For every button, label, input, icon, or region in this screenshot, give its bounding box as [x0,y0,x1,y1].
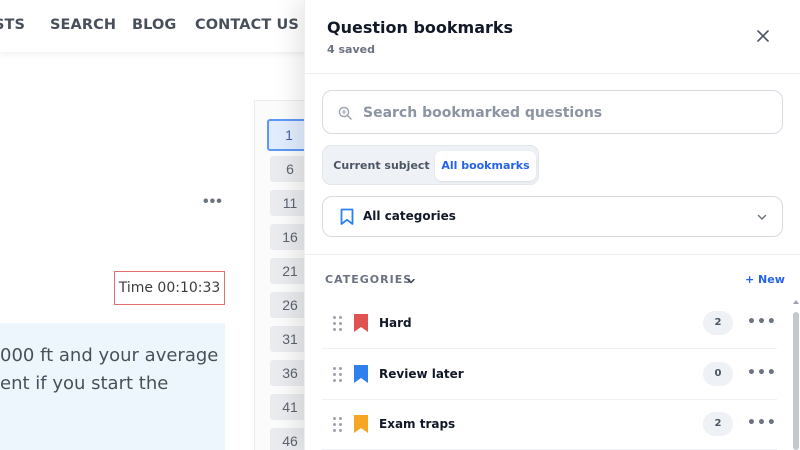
category-row-hard[interactable]: Hard 2 ••• [322,299,777,349]
chevron-down-icon [757,214,767,220]
category-name: Review later [379,367,464,381]
bookmark-outline-icon [340,208,354,225]
bookmark-icon [354,365,368,383]
bookmark-scope-tabs: Current subject All bookmarks [322,145,539,185]
bookmark-count-badge: 0 [703,362,733,386]
category-filter-dropdown[interactable]: All categories [322,196,783,237]
search-icon [338,106,352,120]
drawer-title: Question bookmarks [327,18,514,37]
close-button[interactable] [751,24,775,48]
close-icon [757,30,769,42]
category-name: Hard [379,316,412,330]
category-row-exam-traps[interactable]: Exam traps 2 ••• [322,400,777,450]
scrollbar[interactable] [792,300,800,450]
bookmark-icon [354,415,368,433]
bookmarks-drawer: Question bookmarks 4 saved Current subje… [304,0,800,450]
new-category-button[interactable]: + New [745,273,785,286]
more-options-icon[interactable]: ••• [747,365,777,381]
scrollbar-thumb[interactable] [793,312,799,450]
categories-heading[interactable]: CATEGORIES [325,273,412,286]
search-input[interactable] [363,101,763,125]
drag-handle-icon[interactable] [333,417,345,433]
saved-count: 4 saved [327,43,375,56]
drag-handle-icon[interactable] [333,367,345,383]
scroll-up-arrow-icon[interactable] [793,300,799,304]
category-name: Exam traps [379,417,456,431]
divider [305,254,800,255]
bookmark-count-badge: 2 [703,412,733,436]
more-options-icon[interactable]: ••• [747,415,777,431]
bookmark-icon [354,314,368,332]
drag-handle-icon[interactable] [333,316,345,332]
chevron-down-icon[interactable] [406,276,416,286]
tab-current-subject[interactable]: Current subject [329,151,434,181]
category-row-review-later[interactable]: Review later 0 ••• [322,350,777,400]
more-options-icon[interactable]: ••• [747,314,777,330]
tab-all-bookmarks[interactable]: All bookmarks [435,151,536,181]
search-box[interactable] [322,90,783,134]
category-filter-label: All categories [363,209,456,223]
bookmark-count-badge: 2 [703,311,733,335]
divider [305,73,800,74]
